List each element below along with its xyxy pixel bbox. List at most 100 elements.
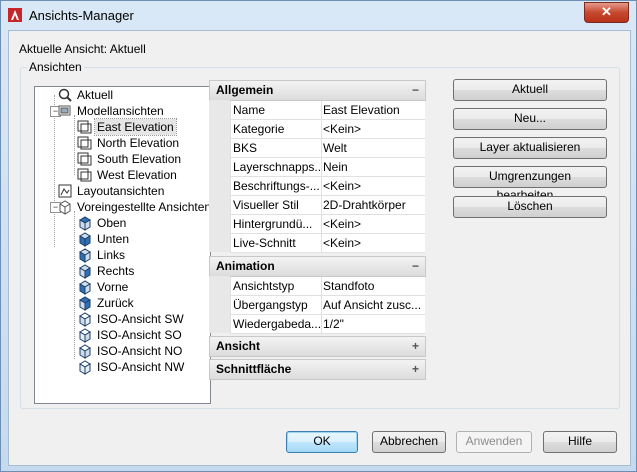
prop-value[interactable]: Welt [321, 139, 426, 157]
tree-item-label: West Elevation [97, 168, 177, 182]
camera-view-icon [77, 120, 92, 134]
magnifier-icon [58, 88, 72, 102]
prop-value[interactable]: Standfoto [321, 277, 426, 295]
cube-back-icon [79, 296, 91, 311]
set-current-button[interactable]: Aktuell [453, 79, 607, 101]
iso-no-icon [79, 344, 91, 359]
window-title: Ansichts-Manager [29, 8, 134, 23]
tree-item-label: South Elevation [97, 152, 182, 166]
prop-name: Ansichtstyp [230, 277, 322, 295]
views-group-label: Ansichten [27, 60, 84, 74]
section-general-header[interactable]: Allgemein − [209, 80, 426, 101]
section-view-header[interactable]: Ansicht + [209, 336, 426, 357]
prop-name: Kategorie [230, 120, 322, 138]
iso-so-icon [79, 328, 91, 343]
ok-button[interactable]: OK [286, 431, 358, 453]
section-title: Animation [216, 259, 275, 273]
prop-value[interactable]: <Kein> [321, 234, 426, 252]
update-layers-button[interactable]: Layer aktualisieren [453, 137, 607, 159]
help-button[interactable]: Hilfe [543, 431, 617, 453]
prop-row-background[interactable]: Hintergrundü... <Kein> [230, 215, 425, 234]
dialog-body: Aktuelle Ansicht: Aktuell Ansichten Aktu… [8, 30, 631, 466]
tree-item-label: Zurück [97, 296, 134, 310]
tree-item-label: Vorne [97, 280, 129, 294]
new-view-button[interactable]: Neu... [453, 108, 607, 130]
layout-views-icon [58, 184, 72, 198]
cube-bottom-icon [79, 232, 91, 247]
section-title: Ansicht [216, 339, 261, 353]
cube-left-icon [79, 248, 91, 263]
prop-row-view-type[interactable]: Ansichtstyp Standfoto [230, 277, 425, 296]
tree-item-label: Layoutansichten [77, 184, 165, 198]
camera-view-icon [77, 168, 92, 182]
tree-item-label: Modellansichten [77, 104, 164, 118]
tree-item-label: North Elevation [97, 136, 180, 150]
prop-value[interactable]: Nein [321, 158, 426, 176]
title-bar[interactable]: Ansichts-Manager ✕ [1, 1, 636, 29]
prop-value[interactable]: Auf Ansicht zusc... [321, 296, 426, 314]
camera-view-icon [77, 152, 92, 166]
apply-button[interactable]: Anwenden [456, 431, 532, 453]
delete-button[interactable]: Löschen [453, 196, 607, 218]
current-view-label: Aktuelle Ansicht: Aktuell [19, 42, 146, 56]
expand-toggle-icon[interactable]: + [412, 337, 419, 356]
prop-name: BKS [230, 139, 322, 157]
prop-row-visual-style[interactable]: Visueller Stil 2D-Drahtkörper [230, 196, 425, 215]
prop-name: Live-Schnitt [230, 234, 322, 252]
section-title: Schnittfläche [216, 362, 292, 376]
tree-item-label: Unten [97, 232, 130, 246]
tree-item-label: Rechts [97, 264, 135, 278]
prop-row-live-section[interactable]: Live-Schnitt <Kein> [230, 234, 425, 253]
prop-value[interactable]: <Kein> [321, 215, 426, 233]
cube-front-icon [79, 280, 91, 295]
cube-right-icon [79, 264, 91, 279]
section-section-plane-header[interactable]: Schnittfläche + [209, 359, 426, 380]
prop-row-name[interactable]: Name East Elevation [230, 101, 425, 120]
section-animation-header[interactable]: Animation − [209, 256, 426, 277]
prop-value[interactable]: East Elevation [321, 101, 426, 119]
prop-value[interactable]: 1/2" [321, 315, 426, 333]
tree-connector [74, 115, 75, 175]
prop-name: Wiedergabeda... [230, 315, 322, 333]
prop-name: Übergangstyp [230, 296, 322, 314]
model-views-icon [58, 105, 71, 116]
tree-connector [74, 211, 75, 359]
prop-name: Hintergrundü... [230, 215, 322, 233]
prop-row-annotation[interactable]: Beschriftungs-... <Kein> [230, 177, 425, 196]
close-button[interactable]: ✕ [584, 2, 629, 23]
camera-view-icon [77, 136, 92, 150]
cancel-button[interactable]: Abbrechen [372, 431, 446, 453]
collapse-toggle-icon[interactable]: − [412, 257, 419, 276]
views-tree[interactable]: Aktuell − Modellansichten East Elevation… [34, 86, 211, 404]
tree-item-label: ISO-Ansicht SW [97, 312, 184, 326]
collapse-toggle-icon[interactable]: − [412, 81, 419, 100]
tree-item-label: Links [97, 248, 126, 262]
edit-boundaries-button[interactable]: Umgrenzungen bearbeiten... [453, 166, 607, 202]
prop-name: Layerschnapps... [230, 158, 322, 176]
prop-row-layer-snapshot[interactable]: Layerschnapps... Nein [230, 158, 425, 177]
view-manager-window: Ansichts-Manager ✕ Aktuelle Ansicht: Akt… [0, 0, 637, 472]
autocad-logo-icon [8, 8, 22, 22]
cube-top-icon [79, 216, 91, 231]
prop-row-transition-type[interactable]: Übergangstyp Auf Ansicht zusc... [230, 296, 425, 315]
prop-value[interactable]: <Kein> [321, 120, 426, 138]
prop-name: Name [230, 101, 322, 119]
expand-toggle-icon[interactable]: + [412, 360, 419, 379]
preset-views-icon [59, 200, 71, 215]
iso-nw-icon [79, 360, 91, 375]
prop-name: Visueller Stil [230, 196, 322, 214]
tree-item-label: ISO-Ansicht NO [97, 344, 183, 358]
prop-row-playback-duration[interactable]: Wiedergabeda... 1/2" [230, 315, 425, 334]
prop-value[interactable]: 2D-Drahtkörper [321, 196, 426, 214]
prop-row-category[interactable]: Kategorie <Kein> [230, 120, 425, 139]
tree-item-label: East Elevation [94, 118, 177, 136]
category-gutter [209, 100, 230, 252]
section-title: Allgemein [216, 83, 274, 97]
tree-connector [54, 95, 55, 247]
prop-row-ucs[interactable]: BKS Welt [230, 139, 425, 158]
tree-item-label: Aktuell [77, 88, 114, 102]
iso-sw-icon [79, 312, 91, 327]
tree-item-label: ISO-Ansicht SO [97, 328, 182, 342]
tree-item-label: Oben [97, 216, 127, 230]
prop-value[interactable]: <Kein> [321, 177, 426, 195]
